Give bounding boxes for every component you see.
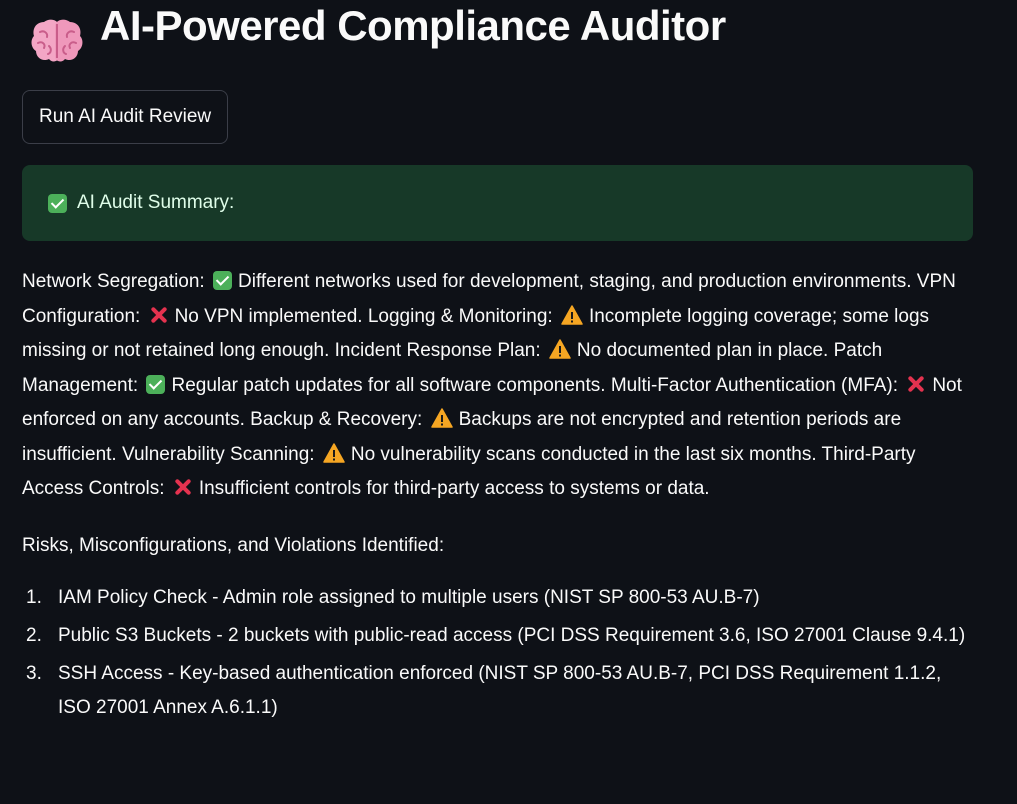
finding-text: No documented plan in place. (576, 340, 829, 361)
page-header: AI-Powered Compliance Auditor (22, 0, 973, 80)
check-mark-icon (146, 374, 166, 394)
risk-list-item: 1. IAM Policy Check - Admin role assigned… (22, 581, 973, 615)
risk-number: 1. (26, 586, 42, 608)
finding-name: Vulnerability Scanning: (121, 443, 315, 465)
main-content: AI-Powered Compliance Auditor Run AI Aud… (22, 0, 973, 729)
finding-text: Different networks used for development,… (238, 271, 912, 292)
finding-name: Incident Response Plan: (334, 340, 541, 361)
finding-text: Insufficient controls for third-party ac… (198, 478, 710, 499)
finding-name: Multi-Factor Authentication (MFA): (610, 374, 899, 396)
risk-text: IAM Policy Check - Admin role assigned t… (58, 586, 760, 608)
risk-list-item: 3. SSH Access - Key-based authentication … (22, 657, 973, 725)
finding-name: Network Segregation: (22, 271, 205, 292)
risk-text: SSH Access - Key-based authentication en… (58, 662, 942, 718)
risk-number: 2. (26, 624, 42, 646)
warning-icon (561, 303, 583, 325)
risk-text: Public S3 Buckets - 2 buckets with publi… (58, 624, 966, 646)
risk-list: 1. IAM Policy Check - Admin role assigned… (22, 581, 973, 725)
risks-heading: Risks, Misconfigurations, and Violations… (22, 534, 445, 556)
finding-text: No VPN implemented. (174, 305, 363, 327)
check-mark-icon (213, 271, 232, 290)
warning-icon (549, 337, 571, 359)
finding-name: Backup & Recovery: (250, 409, 423, 430)
finding-text: Regular patch updates for all software c… (171, 374, 606, 396)
finding-text: No vulnerability scans conducted in the … (350, 443, 817, 465)
risk-list-item: 2. Public S3 Buckets - 2 buckets with pub… (22, 619, 973, 653)
warning-icon (323, 441, 345, 463)
finding-name: Logging & Monitoring: (367, 305, 553, 327)
cross-mark-icon (173, 477, 193, 497)
check-mark-icon (48, 193, 67, 213)
warning-icon (430, 406, 453, 428)
page-title: AI-Powered Compliance Auditor (100, 1, 726, 49)
audit-summary-label: AI Audit Summary: (77, 192, 235, 213)
findings-paragraph: Network Segregation: Different networks … (22, 265, 973, 507)
brain-icon (30, 16, 84, 64)
risk-number: 3. (26, 662, 42, 684)
run-ai-audit-button[interactable]: Run AI Audit Review (22, 90, 229, 144)
cross-mark-icon (906, 374, 926, 394)
audit-summary-alert: AI Audit Summary: (22, 165, 973, 241)
cross-mark-icon (149, 305, 169, 325)
